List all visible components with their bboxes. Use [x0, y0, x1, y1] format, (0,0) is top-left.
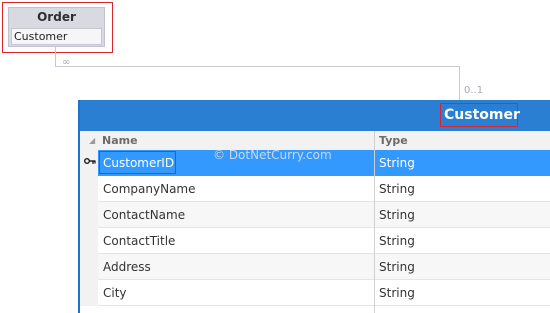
property-type[interactable]: String — [379, 234, 415, 248]
row-gutter — [80, 202, 98, 228]
sort-indicator-icon: ◢ — [89, 136, 96, 145]
row-gutter — [80, 254, 98, 280]
property-type[interactable]: String — [379, 182, 415, 196]
property-row-companyname[interactable]: CompanyName String — [80, 176, 550, 202]
property-type[interactable]: String — [379, 260, 415, 274]
property-row-city[interactable]: City String — [80, 280, 550, 306]
customer-end-multiplicity: 0..1 — [464, 85, 484, 96]
property-type[interactable]: String — [379, 156, 415, 170]
column-divider[interactable] — [374, 131, 375, 313]
association-line-vertical-customer[interactable] — [459, 66, 460, 100]
customer-entity-title[interactable]: Customer — [444, 107, 520, 123]
association-line-vertical-order[interactable] — [55, 46, 56, 66]
property-name[interactable]: CustomerID — [103, 156, 174, 170]
association-line-horizontal[interactable] — [55, 66, 459, 67]
row-gutter — [80, 228, 98, 254]
order-entity[interactable]: Order Customer — [8, 7, 105, 47]
property-row-contacttitle[interactable]: ContactTitle String — [80, 228, 550, 254]
column-header-type[interactable]: Type — [379, 134, 408, 147]
key-icon — [84, 158, 96, 164]
order-navigation-property-label: Customer — [14, 30, 68, 43]
order-entity-title[interactable]: Order — [9, 10, 104, 24]
property-name[interactable]: ContactName — [103, 208, 185, 222]
property-name[interactable]: CompanyName — [103, 182, 196, 196]
property-row-address[interactable]: Address String — [80, 254, 550, 280]
order-end-multiplicity: ∞ — [62, 57, 71, 68]
row-gutter — [80, 280, 98, 306]
row-gutter — [80, 176, 98, 202]
designer-canvas[interactable]: Order Customer ∞ 0..1 Customer ◢ Name Ty… — [0, 0, 550, 313]
column-header-name[interactable]: Name — [102, 134, 138, 147]
watermark-text: © DotNetCurry.com — [213, 148, 332, 162]
customer-entity[interactable]: Customer ◢ Name Type CustomerID String C… — [78, 100, 550, 313]
property-type[interactable]: String — [379, 208, 415, 222]
property-name[interactable]: Address — [103, 260, 151, 274]
property-row-contactname[interactable]: ContactName String — [80, 202, 550, 228]
property-name[interactable]: City — [103, 286, 127, 300]
property-type[interactable]: String — [379, 286, 415, 300]
property-name[interactable]: ContactTitle — [103, 234, 175, 248]
order-navigation-property[interactable]: Customer — [11, 28, 102, 45]
